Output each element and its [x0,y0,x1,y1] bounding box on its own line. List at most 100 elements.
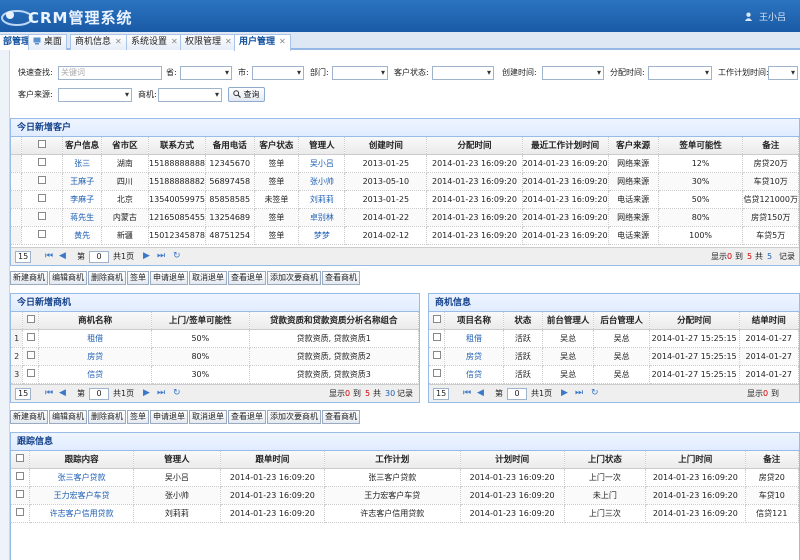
table-row[interactable]: 2 房贷 80% 贷款资质, 贷款资质2 [11,347,419,366]
province-select[interactable] [180,66,232,80]
select-all-cell[interactable] [22,312,40,330]
table-cell[interactable]: 刘莉莉 [298,190,346,209]
refresh-icon[interactable]: ↻ [173,248,181,265]
table-cell[interactable]: 梦梦 [298,226,346,245]
created-time-select[interactable] [542,66,604,80]
toolbar-button[interactable]: 签单 [127,271,149,285]
tab-user-management[interactable]: 用户管理 ✕ [234,34,291,51]
table-row[interactable]: 信贷 活跃 吴总 吴总 2014-01-27 15:25:15 2014-01-27 [429,365,799,384]
row-checkbox-cell[interactable] [21,172,64,191]
row-checkbox-cell[interactable] [429,329,446,348]
close-icon[interactable]: ✕ [279,37,286,46]
select-all-cell[interactable] [429,312,446,330]
close-icon[interactable]: ✕ [171,37,178,46]
toolbar-button[interactable]: 添加次要商机 [267,410,321,424]
toolbar-button[interactable]: 查看商机 [322,271,360,285]
row-checkbox[interactable] [26,351,35,359]
column-header[interactable]: 客户信息 [62,137,102,155]
toolbar-button[interactable]: 取消退单 [189,271,227,285]
table-row[interactable]: 许志客户信用贷款 刘莉莉 2014-01-23 16:09:20 许志客户信用贷款 20… [11,504,799,523]
table-cell[interactable]: 王力宏客户车贷 [29,486,134,505]
row-checkbox-cell[interactable] [21,190,64,209]
column-header[interactable]: 前台管理人 [542,312,595,330]
table-cell[interactable]: 信贷 [444,365,504,384]
column-header[interactable]: 分配时间 [649,312,740,330]
column-header[interactable]: 管理人 [133,451,221,469]
left-nav-strip[interactable] [0,50,10,560]
row-checkbox[interactable] [38,212,47,220]
toolbar-button[interactable]: 添加次要商机 [267,271,321,285]
select-all-checkbox[interactable] [38,139,47,148]
table-row[interactable]: 李麻子 北京 13540059975 85858585 未签单 刘莉莉 2013-01-25… [11,190,799,209]
toolbar-button[interactable]: 编辑商机 [49,410,87,424]
table-cell[interactable]: 租借 [38,329,153,348]
table-cell[interactable]: 蒋先生 [62,208,102,227]
row-checkbox-cell[interactable] [11,468,31,487]
toolbar-button[interactable]: 删除商机 [88,410,126,424]
column-header[interactable]: 贷款资质和贷款资质分析名称组合 [249,312,419,330]
last-page-icon[interactable]: ⏭ [157,248,165,265]
table-cell[interactable]: 房贷 [38,347,153,366]
table-cell[interactable]: 黄先 [62,226,102,245]
column-header[interactable]: 分配时间 [426,137,523,155]
row-checkbox[interactable] [38,194,47,202]
assigned-time-select[interactable] [648,66,712,80]
tab-system-settings[interactable]: 系统设置 ✕ [126,34,183,50]
row-checkbox[interactable] [432,369,441,377]
table-cell[interactable]: 张三客户贷款 [29,468,134,487]
page-input[interactable]: 0 [89,251,109,263]
close-icon[interactable]: ✕ [115,37,122,46]
row-checkbox-cell[interactable] [22,365,40,384]
column-header[interactable]: 后台管理人 [593,312,650,330]
row-checkbox-cell[interactable] [11,504,31,523]
toolbar-button[interactable]: 新建商机 [10,410,48,424]
column-header[interactable]: 管理人 [298,137,346,155]
column-header[interactable]: 商机名称 [38,312,153,330]
table-cell[interactable]: 租借 [444,329,504,348]
page-input[interactable]: 0 [507,388,527,400]
column-header[interactable]: 结单时间 [739,312,799,330]
column-header[interactable]: 联系方式 [148,137,207,155]
table-cell[interactable]: 李麻子 [62,190,102,209]
first-page-icon[interactable]: ⏮ [45,385,53,402]
toolbar-button[interactable]: 申请退单 [150,410,188,424]
dept-select[interactable] [332,66,388,80]
tab-permissions[interactable]: 权限管理 ✕ [180,34,237,50]
row-checkbox-cell[interactable] [21,154,64,173]
table-row[interactable]: 3 信贷 30% 贷款资质, 贷款资质3 [11,365,419,384]
page-size-select[interactable]: 15 [15,388,32,400]
tab-opportunity[interactable]: 商机信息 ✕ [70,34,127,50]
select-all-cell[interactable] [21,137,64,155]
select-all-cell[interactable] [11,451,31,469]
next-page-icon[interactable]: ▶ [561,385,568,402]
table-cell[interactable]: 王麻子 [62,172,102,191]
column-header[interactable]: 签单可能性 [658,137,744,155]
first-page-icon[interactable]: ⏮ [45,248,53,265]
table-row[interactable]: 张三客户贷款 吴小吕 2014-01-23 16:09:20 张三客户贷款 2014-0… [11,468,799,487]
page-input[interactable]: 0 [89,388,109,400]
column-header[interactable]: 备注 [742,137,799,155]
table-row[interactable]: 蒋先生 内蒙古 12165085455 13254689 签单 卓别林 2014-01-22… [11,208,799,227]
row-checkbox-cell[interactable] [22,329,40,348]
table-row[interactable]: 张三 湖南 15188888888 12345670 签单 吴小吕 2013-01-25 20… [11,154,799,173]
row-checkbox[interactable] [432,351,441,359]
toolbar-button[interactable]: 编辑商机 [49,271,87,285]
row-checkbox[interactable] [16,472,25,480]
column-header[interactable]: 项目名称 [444,312,504,330]
toolbar-button[interactable]: 查看退单 [228,271,266,285]
toolbar-button[interactable]: 查看退单 [228,410,266,424]
city-select[interactable] [252,66,304,80]
row-checkbox[interactable] [38,230,47,238]
table-row[interactable]: 房贷 活跃 吴总 吴总 2014-01-27 15:25:15 2014-01-27 [429,347,799,366]
row-checkbox-cell[interactable] [21,226,64,245]
column-header[interactable]: 跟单时间 [220,451,325,469]
table-cell[interactable]: 信贷 [38,365,153,384]
page-size-select[interactable]: 15 [15,251,32,263]
toolbar-button[interactable]: 取消退单 [189,410,227,424]
next-page-icon[interactable]: ▶ [143,385,150,402]
column-header[interactable]: 上门时间 [645,451,746,469]
row-checkbox-cell[interactable] [21,208,64,227]
column-header[interactable]: 计划时间 [460,451,565,469]
column-header[interactable]: 工作计划 [324,451,461,469]
select-all-checkbox[interactable] [26,314,35,323]
